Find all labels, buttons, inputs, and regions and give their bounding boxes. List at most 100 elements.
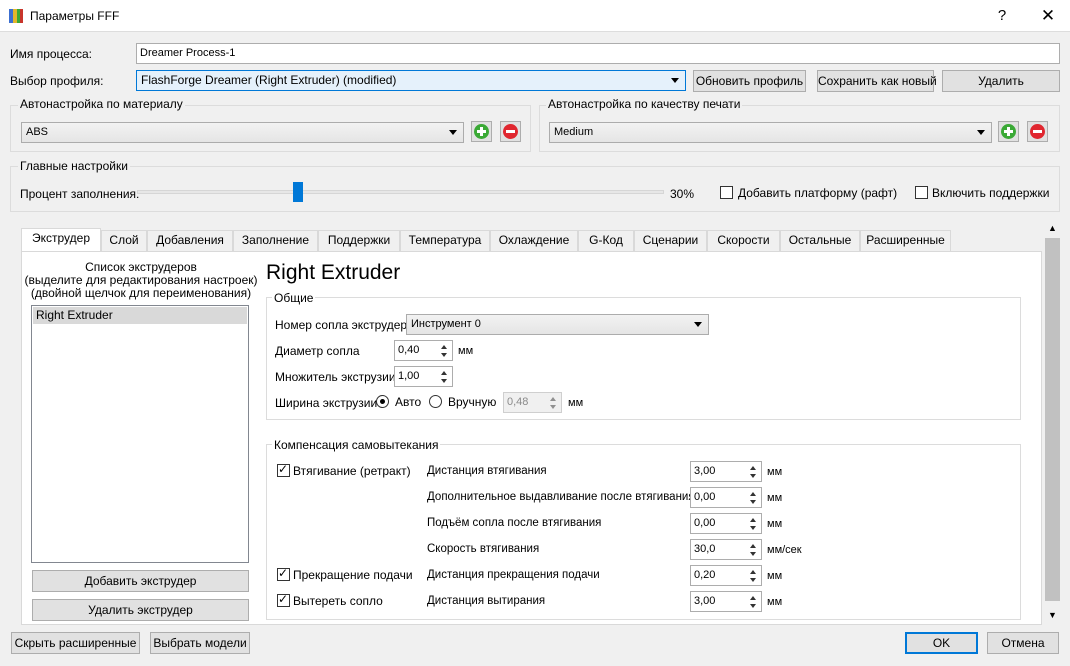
title-bar: Параметры FFF ? ✕ xyxy=(0,0,1070,32)
delete-profile-button[interactable]: Удалить xyxy=(942,70,1060,92)
profile-select[interactable]: FlashForge Dreamer (Right Extruder) (mod… xyxy=(136,70,686,91)
save-as-new-button[interactable]: Сохранить как новый xyxy=(817,70,937,92)
manual-radio[interactable] xyxy=(429,395,442,408)
remove-material-button[interactable] xyxy=(500,121,521,142)
add-extruder-button[interactable]: Добавить экструдер xyxy=(32,570,249,592)
extrusion-mult-input[interactable]: 1,00 xyxy=(394,366,453,387)
coast-checkbox[interactable] xyxy=(277,566,290,581)
plus-icon xyxy=(1001,124,1016,139)
close-button[interactable]: ✕ xyxy=(1028,4,1068,28)
wipe-label: Вытереть сопло xyxy=(293,594,383,608)
nozzle-number-select[interactable]: Инструмент 0 xyxy=(406,314,709,335)
minus-icon xyxy=(503,124,518,139)
help-button[interactable]: ? xyxy=(982,4,1022,28)
extrusion-width-label: Ширина экструзии xyxy=(275,396,378,410)
select-models-button[interactable]: Выбрать модели xyxy=(150,632,250,654)
ooze-row-input[interactable]: 3,00 xyxy=(690,461,762,482)
raft-checkbox[interactable] xyxy=(720,186,733,199)
tab-6[interactable]: Температура xyxy=(400,230,490,251)
app-icon xyxy=(9,9,23,23)
ooze-row-value: 30,0 xyxy=(694,543,716,555)
tab-4[interactable]: Заполнение xyxy=(233,230,318,251)
ok-button[interactable]: OK xyxy=(905,632,978,654)
auto-radio[interactable] xyxy=(376,395,389,408)
tab-7[interactable]: Охлаждение xyxy=(490,230,578,251)
tab-1[interactable]: Экструдер xyxy=(21,228,101,252)
spin-arrows-icon[interactable] xyxy=(747,567,760,584)
extruder-list-item[interactable]: Right Extruder xyxy=(33,307,247,324)
manual-label: Вручную xyxy=(448,395,497,409)
material-select[interactable]: ABS xyxy=(21,122,464,143)
quality-select[interactable]: Medium xyxy=(549,122,992,143)
minus-icon xyxy=(1030,124,1045,139)
retract-checkbox[interactable] xyxy=(277,462,290,477)
tab-9[interactable]: Сценарии xyxy=(634,230,707,251)
process-name-label: Имя процесса: xyxy=(10,47,92,61)
process-name-input[interactable]: Dreamer Process-1 xyxy=(136,43,1060,64)
cancel-button[interactable]: Отмена xyxy=(987,632,1059,654)
extrusion-mult-label: Множитель экструзии xyxy=(275,370,396,384)
extruder-list[interactable]: Right Extruder xyxy=(31,305,249,563)
chevron-down-icon xyxy=(449,130,457,135)
wipe-checkbox[interactable] xyxy=(277,592,290,607)
quality-select-value: Medium xyxy=(554,126,594,138)
tab-12[interactable]: Расширенные xyxy=(860,230,951,251)
supports-checkbox[interactable] xyxy=(915,186,928,199)
material-select-value: ABS xyxy=(26,126,49,138)
general-group-title: Общие xyxy=(272,291,316,305)
extruder-heading: Right Extruder xyxy=(266,261,401,284)
ooze-group-title: Компенсация самовытекания xyxy=(272,438,441,452)
scroll-up-icon[interactable]: ▲ xyxy=(1044,223,1061,233)
tab-11[interactable]: Остальные xyxy=(780,230,860,251)
tab-5[interactable]: Поддержки xyxy=(318,230,400,251)
infill-slider-handle[interactable] xyxy=(293,182,303,202)
spin-arrows-icon[interactable] xyxy=(747,515,760,532)
ooze-row-value: 0,20 xyxy=(694,569,716,581)
ooze-row-label: Дополнительное выдавливание после втягив… xyxy=(427,491,695,503)
ooze-row-input[interactable]: 30,0 xyxy=(690,539,762,560)
spin-arrows-icon[interactable] xyxy=(438,368,451,385)
remove-quality-button[interactable] xyxy=(1027,121,1048,142)
ooze-row-input[interactable]: 0,00 xyxy=(690,513,762,534)
infill-slider[interactable] xyxy=(137,182,664,202)
tab-2[interactable]: Слой xyxy=(101,230,147,251)
hide-advanced-button[interactable]: Скрыть расширенные xyxy=(11,632,140,654)
ooze-row-input[interactable]: 0,20 xyxy=(690,565,762,586)
ooze-row-value: 0,00 xyxy=(694,517,716,529)
ooze-row-label: Дистанция вытирания xyxy=(427,595,546,607)
nozzle-diameter-label: Диаметр сопла xyxy=(275,344,360,358)
tab-10[interactable]: Скорости xyxy=(707,230,780,251)
spin-arrows-icon[interactable] xyxy=(438,342,451,359)
spin-arrows-icon[interactable] xyxy=(747,489,760,506)
main-settings-group xyxy=(10,166,1060,212)
coast-label: Прекращение подачи xyxy=(293,568,413,582)
chevron-down-icon xyxy=(671,78,679,83)
extrusion-mult-value: 1,00 xyxy=(398,370,420,382)
ooze-row-input[interactable]: 3,00 xyxy=(690,591,762,612)
tab-3[interactable]: Добавления xyxy=(147,230,233,251)
add-material-button[interactable] xyxy=(471,121,492,142)
scrollbar-thumb[interactable] xyxy=(1045,238,1060,601)
spin-arrows-icon[interactable] xyxy=(747,541,760,558)
scrollbar[interactable]: ▲ ▼ xyxy=(1044,221,1061,625)
ooze-row-label: Скорость втягивания xyxy=(427,543,540,555)
tab-8[interactable]: G-Код xyxy=(578,230,634,251)
spin-arrows-icon[interactable] xyxy=(547,394,560,411)
spin-arrows-icon[interactable] xyxy=(747,463,760,480)
main-settings-title: Главные настройки xyxy=(18,159,130,173)
extrusion-width-value: 0,48 xyxy=(507,396,529,408)
infill-value: 30% xyxy=(670,187,695,201)
material-group-title: Автонастройка по материалу xyxy=(18,97,185,111)
spin-arrows-icon[interactable] xyxy=(747,593,760,610)
auto-label: Авто xyxy=(395,395,422,409)
remove-extruder-button[interactable]: Удалить экструдер xyxy=(32,599,249,621)
nozzle-diameter-input[interactable]: 0,40 xyxy=(394,340,453,361)
ooze-row-input[interactable]: 0,00 xyxy=(690,487,762,508)
scroll-down-icon[interactable]: ▼ xyxy=(1044,610,1061,620)
extrusion-width-input[interactable]: 0,48 xyxy=(503,392,562,413)
add-quality-button[interactable] xyxy=(998,121,1019,142)
update-profile-button[interactable]: Обновить профиль xyxy=(693,70,806,92)
chevron-down-icon xyxy=(694,322,702,327)
ooze-row-unit: мм xyxy=(767,466,783,478)
ooze-row-unit: мм xyxy=(767,596,783,608)
